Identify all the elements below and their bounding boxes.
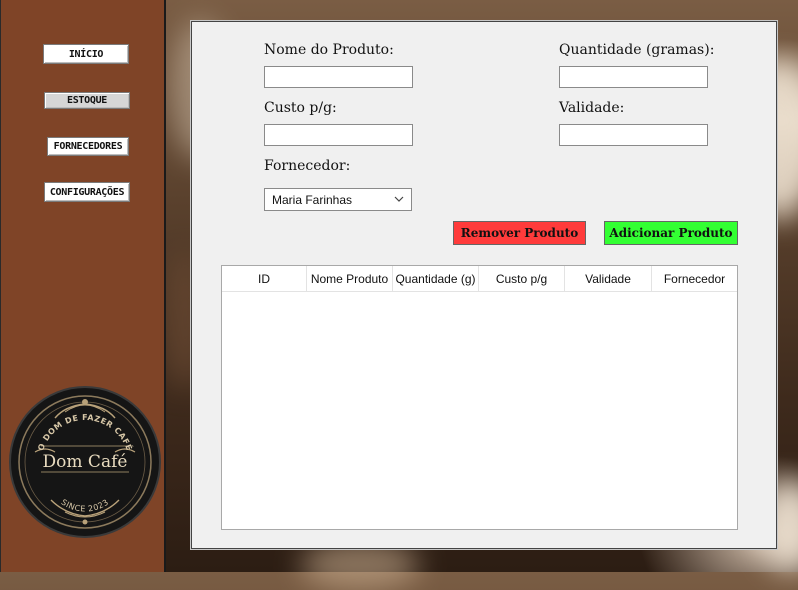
sidebar: INÍCIO ESTOQUE FORNECEDORES CONFIGURAÇÕE… (0, 0, 166, 572)
custo-field[interactable] (264, 124, 413, 146)
fornecedor-label: Fornecedor: (264, 158, 351, 174)
quantidade-field[interactable] (559, 66, 708, 88)
chevron-down-icon (394, 196, 404, 202)
column-header-fornecedor[interactable]: Fornecedor (652, 266, 737, 291)
product-panel: Nome do Produto: Quantidade (gramas): Cu… (191, 21, 777, 549)
products-table[interactable]: ID Nome Produto Quantidade (g) Custo p/g… (221, 265, 738, 530)
remover-produto-button[interactable]: Remover Produto (453, 221, 586, 245)
table-body (222, 292, 737, 530)
logo-emblem: O DOM DE FAZER CAFÉ Dom Café SINCE 2023 (18, 395, 152, 529)
nav-estoque-button[interactable]: ESTOQUE (44, 92, 130, 109)
nome-produto-field[interactable] (264, 66, 413, 88)
svg-text:Dom Café: Dom Café (43, 452, 128, 472)
column-header-validade[interactable]: Validade (565, 266, 652, 291)
validade-field[interactable] (559, 124, 708, 146)
column-header-quantidade[interactable]: Quantidade (g) (393, 266, 479, 291)
fornecedor-selected-value: Maria Farinhas (272, 192, 353, 207)
validade-label: Validade: (559, 100, 625, 116)
adicionar-produto-button[interactable]: Adicionar Produto (604, 221, 738, 245)
nav-configuracoes-button[interactable]: CONFIGURAÇÕES (44, 182, 130, 202)
custo-label: Custo p/g: (264, 100, 337, 116)
nav-fornecedores-button[interactable]: FORNECEDORES (47, 137, 129, 156)
dom-cafe-logo: O DOM DE FAZER CAFÉ Dom Café SINCE 2023 (9, 386, 161, 538)
nome-produto-label: Nome do Produto: (264, 42, 394, 58)
column-header-custo[interactable]: Custo p/g (479, 266, 565, 291)
column-header-id[interactable]: ID (222, 266, 307, 291)
nav-inicio-button[interactable]: INÍCIO (43, 44, 129, 64)
quantidade-label: Quantidade (gramas): (559, 42, 715, 58)
column-header-nome-produto[interactable]: Nome Produto (307, 266, 393, 291)
table-header: ID Nome Produto Quantidade (g) Custo p/g… (222, 266, 737, 292)
fornecedor-select[interactable]: Maria Farinhas (264, 188, 412, 211)
